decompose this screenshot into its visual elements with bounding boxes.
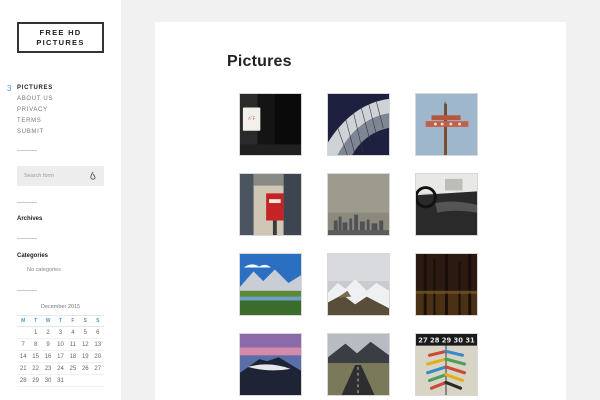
nav-item-about-us[interactable]: ABOUT US	[17, 94, 53, 105]
categories-title: Categories	[17, 253, 49, 259]
calendar-day-cell: 14	[17, 350, 30, 363]
nav-item-terms[interactable]: TERMS	[17, 116, 53, 127]
picture-thumb-4[interactable]	[239, 173, 302, 236]
calendar-day-cell: 24	[54, 362, 67, 375]
calendar-widget: December 2015 MTWTFSS 1 2 3 4 5 6 7 8 9 10 11 12 13 1…	[17, 304, 104, 387]
divider	[17, 150, 37, 151]
red-mailbox-photo	[240, 174, 301, 235]
alpine-lake-photo	[240, 254, 301, 315]
calendar-day-cell: 10	[54, 338, 67, 351]
calendar-day-header: T	[54, 315, 67, 327]
content-area: Pictures ﾊﾟﾁ 27 28 29 30 31	[155, 22, 566, 400]
colorful-arrows-photo: 27 28 29 30 31	[416, 334, 477, 395]
calendar-day-cell: 13	[91, 338, 104, 351]
svg-text:ﾊﾟﾁ: ﾊﾟﾁ	[248, 115, 255, 122]
calendar-day-cell: 16	[41, 350, 55, 363]
divider	[17, 202, 37, 203]
calendar-day-cell: 26	[79, 362, 92, 375]
street-sign-pole-photo	[416, 94, 477, 155]
calendar-day-cell	[91, 374, 104, 387]
calendar-day-cell: 4	[66, 326, 80, 339]
picture-thumb-12[interactable]: 27 28 29 30 31	[415, 333, 478, 396]
calendar-day-cell: 20	[91, 350, 104, 363]
calendar-day-cell: 31	[54, 374, 67, 387]
calendar-day-cell: 27	[91, 362, 104, 375]
volcano-sunset-photo	[240, 334, 301, 395]
calendar-week-row: 7 8 9 10 11 12 13	[17, 338, 104, 351]
calendar-week-row: 123456	[17, 326, 104, 339]
calendar-day-cell	[79, 374, 92, 387]
calendar-day-header: S	[91, 315, 104, 327]
calendar-day-header: M	[17, 315, 30, 327]
nav-item-privacy[interactable]: PRIVACY	[17, 105, 53, 116]
calendar-day-cell: 1	[29, 326, 42, 339]
calendar-day-cell: 29	[29, 374, 42, 387]
picture-thumb-6[interactable]	[415, 173, 478, 236]
search-icon[interactable]	[89, 171, 97, 181]
active-nav-marker: 3	[7, 84, 12, 93]
calendar-day-cell	[66, 374, 80, 387]
site-logo[interactable]: FREE HD PICTURES	[17, 22, 104, 53]
no-categories-text: No categories	[27, 267, 61, 273]
calendar-day-cell: 23	[41, 362, 55, 375]
calendar-day-cell: 17	[54, 350, 67, 363]
mountain-road-photo	[328, 334, 389, 395]
vending-sign-photo: ﾊﾟﾁ	[240, 94, 301, 155]
calendar-day-cell: 18	[66, 350, 80, 363]
picture-thumb-10[interactable]	[239, 333, 302, 396]
calendar-day-cell: 21	[17, 362, 30, 375]
calendar-day-cell: 22	[29, 362, 42, 375]
dark-forest-photo	[416, 254, 477, 315]
site-title-line2: PICTURES	[36, 37, 85, 47]
calendar-day-header: T	[29, 315, 42, 327]
calendar-day-cell: 2	[41, 326, 55, 339]
calendar-day-cell: 8	[29, 338, 42, 351]
site-title-line1: FREE HD	[39, 27, 82, 37]
picture-thumb-2[interactable]	[327, 93, 390, 156]
sidebar: FREE HD PICTURES 3 PICTURES ABOUT US PRI…	[0, 0, 121, 400]
curved-architecture-photo	[328, 94, 389, 155]
calendar-day-header: S	[79, 315, 92, 327]
calendar-day-header: F	[66, 315, 80, 327]
archives-title: Archives	[17, 216, 43, 222]
calendar-week-row: 21 22 23 24 25 26 27	[17, 362, 104, 375]
calendar-day-cell: 11	[66, 338, 80, 351]
main-nav: 3 PICTURES ABOUT US PRIVACY TERMS SUBMIT	[7, 83, 53, 138]
calendar-table: MTWTFSS 1 2 3 4 5 6 7 8 9 10 11 12 13 14 15 16 17 18 19 20 2…	[17, 315, 104, 387]
hazy-city-skyline-photo	[328, 174, 389, 235]
picture-thumb-9[interactable]	[415, 253, 478, 316]
calendar-day-cell: 7	[17, 338, 30, 351]
picture-thumb-3[interactable]	[415, 93, 478, 156]
picture-thumb-8[interactable]	[327, 253, 390, 316]
calendar-day-cell: 6	[91, 326, 104, 339]
car-interior-photo	[416, 174, 477, 235]
calendar-week-row: 28 29 30 31	[17, 374, 104, 387]
calendar-day-cell	[17, 326, 30, 339]
page-title: Pictures	[227, 53, 292, 70]
divider	[17, 238, 37, 239]
divider	[17, 290, 37, 291]
calendar-day-cell: 12	[79, 338, 92, 351]
calendar-day-cell: 5	[79, 326, 92, 339]
arrows-numbers-text: 27 28 29 30 31	[418, 337, 475, 345]
calendar-day-cell: 30	[41, 374, 55, 387]
calendar-week-row: 14 15 16 17 18 19 20	[17, 350, 104, 363]
picture-thumb-7[interactable]	[239, 253, 302, 316]
calendar-day-cell: 19	[79, 350, 92, 363]
picture-thumb-1[interactable]: ﾊﾟﾁ	[239, 93, 302, 156]
search-input[interactable]: Search form	[24, 173, 54, 179]
snowy-mountains-photo	[328, 254, 389, 315]
nav-item-submit[interactable]: SUBMIT	[17, 127, 53, 138]
nav-item-pictures[interactable]: PICTURES	[17, 83, 53, 94]
calendar-day-cell: 3	[54, 326, 67, 339]
search-form[interactable]: Search form	[17, 166, 104, 186]
calendar-day-cell: 15	[29, 350, 42, 363]
calendar-day-cell: 9	[41, 338, 55, 351]
calendar-day-cell: 25	[66, 362, 80, 375]
calendar-day-header: W	[41, 315, 55, 327]
calendar-day-cell: 28	[17, 374, 30, 387]
picture-thumb-11[interactable]	[327, 333, 390, 396]
picture-thumb-5[interactable]	[327, 173, 390, 236]
calendar-caption: December 2015	[40, 304, 81, 310]
